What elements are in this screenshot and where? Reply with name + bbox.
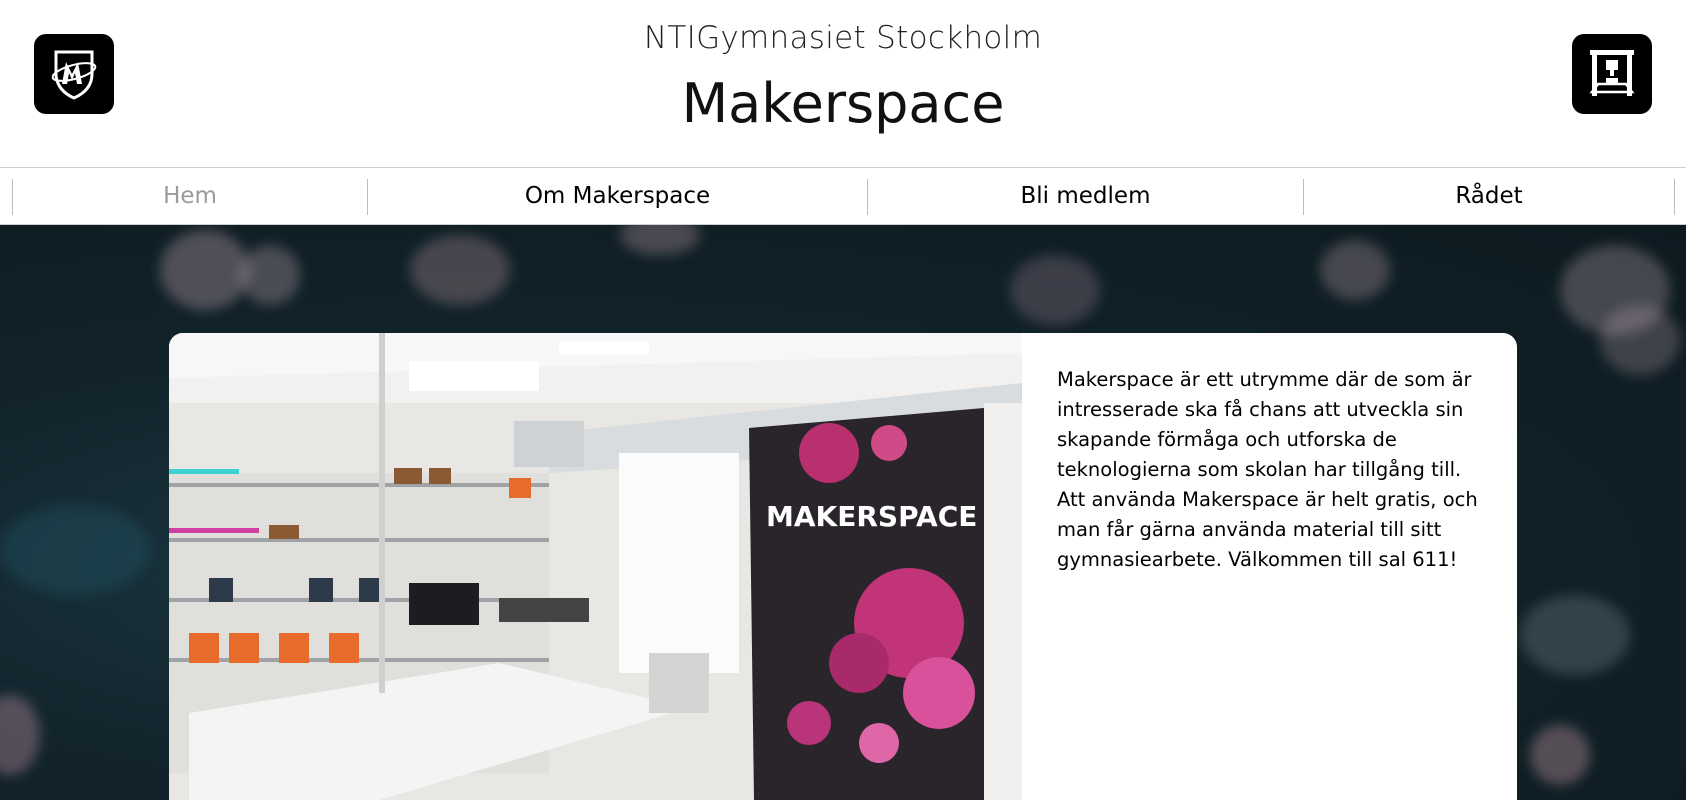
intro-card: MAKERSPACE Makerspace är ett utrymme där…	[169, 333, 1517, 800]
school-name: NTIGymnasiet Stockholm	[643, 20, 1043, 56]
bokeh-light	[1320, 240, 1390, 300]
bokeh-light	[410, 235, 510, 305]
bokeh-light	[1530, 725, 1590, 785]
makerspace-room-image: MAKERSPACE	[169, 333, 1022, 800]
nav-item-hem[interactable]: Hem	[13, 168, 367, 224]
page-title: Makerspace	[681, 72, 1005, 135]
printer-logo[interactable]	[1572, 34, 1652, 114]
site-header: NTIGymnasiet Stockholm Makerspace	[0, 0, 1686, 167]
main-navigation: Hem Om Makerspace Bli medlem Rådet	[0, 167, 1686, 225]
banner-text: MAKERSPACE	[766, 500, 977, 533]
bokeh-light	[1010, 255, 1100, 325]
nav-item-om-makerspace[interactable]: Om Makerspace	[368, 168, 867, 224]
bokeh-light	[1600, 305, 1680, 375]
nav-divider	[1674, 179, 1675, 215]
makerspace-photo: MAKERSPACE	[169, 333, 1022, 800]
bokeh-light	[240, 245, 300, 305]
3d-printer-icon	[1589, 50, 1635, 96]
bokeh-light	[0, 505, 150, 595]
intro-description: Makerspace är ett utrymme där de som är …	[1057, 368, 1478, 571]
bokeh-light	[620, 225, 700, 255]
nav-item-radet[interactable]: Rådet	[1304, 168, 1674, 224]
bokeh-light	[160, 230, 250, 310]
bokeh-light	[1520, 595, 1630, 675]
bokeh-light	[0, 695, 40, 775]
nav-item-bli-medlem[interactable]: Bli medlem	[868, 168, 1303, 224]
